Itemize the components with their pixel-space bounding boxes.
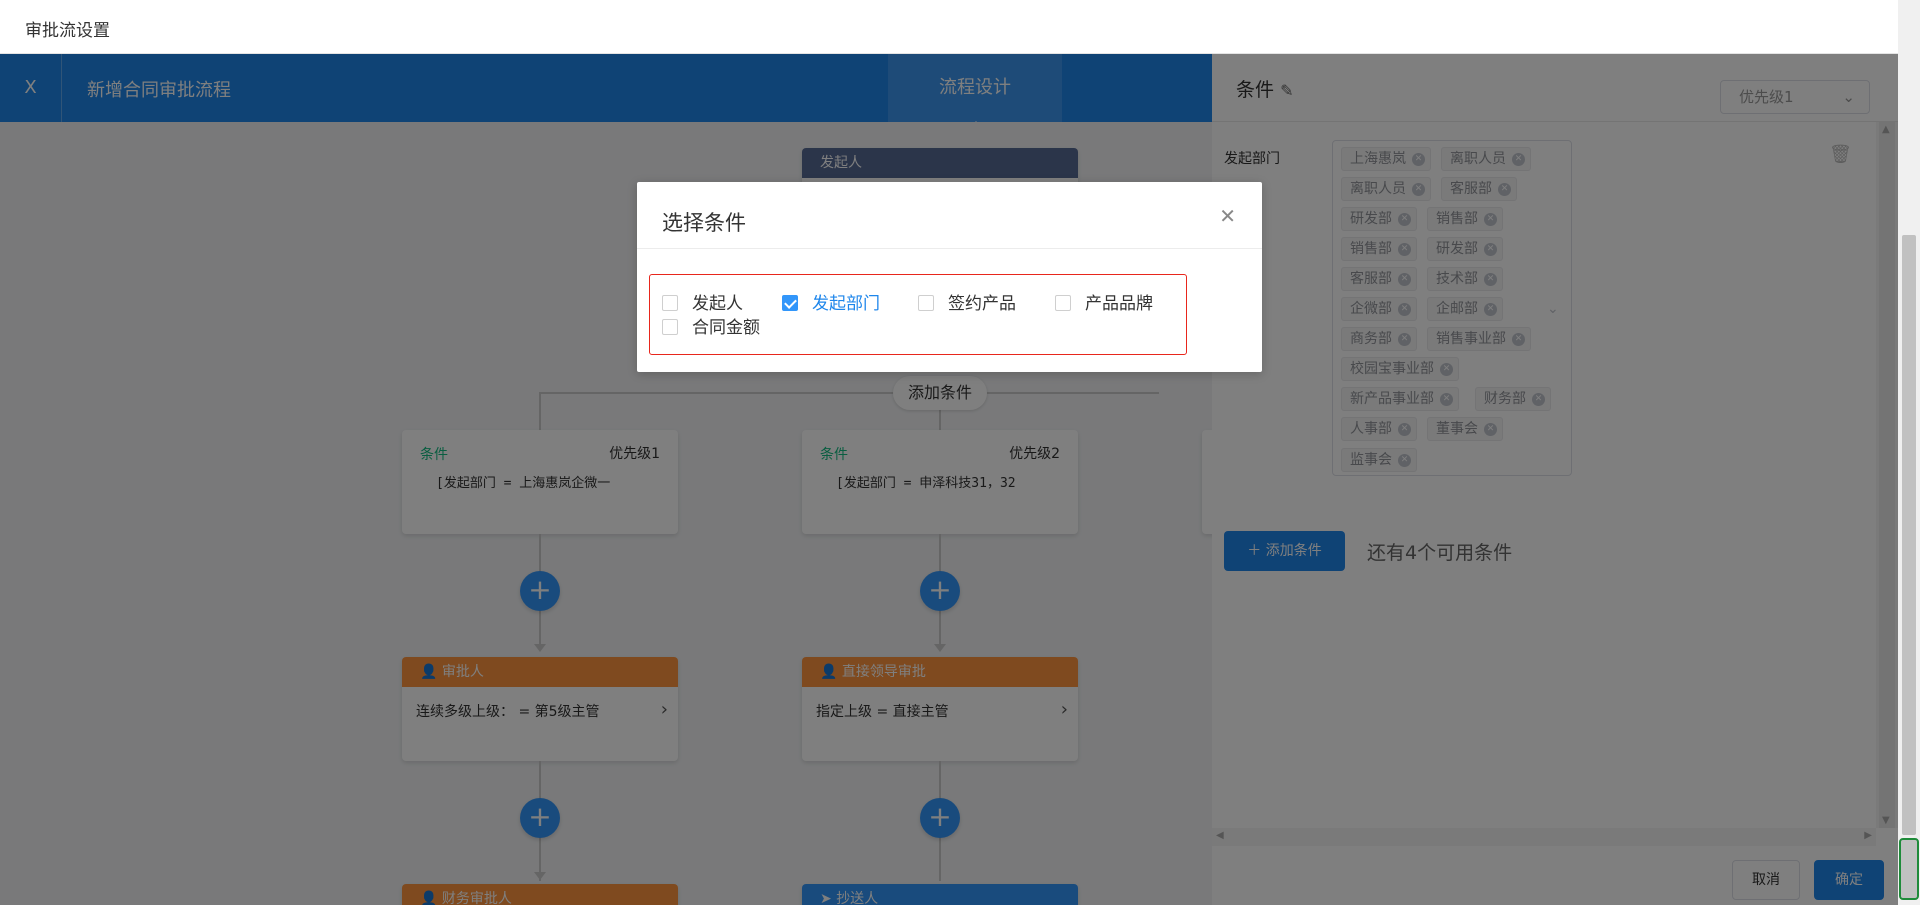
checkbox-icon (662, 295, 678, 311)
page-scrollbar-thumb[interactable] (1902, 235, 1916, 835)
checkbox-label: 签约产品 (948, 294, 1016, 314)
dialog-title: 选择条件 (662, 211, 746, 235)
checkbox-checked-icon (782, 295, 798, 311)
close-icon[interactable]: ✕ (1219, 204, 1236, 228)
checkbox-label: 发起人 (692, 294, 743, 314)
checkbox-initiator[interactable]: 发起人 (662, 289, 743, 314)
dialog-header: 选择条件 ✕ (637, 182, 1262, 249)
checkbox-label: 产品品牌 (1085, 294, 1153, 314)
checkbox-contract-amount[interactable]: 合同金额 (662, 313, 760, 338)
window-title-bar: 审批流设置 (0, 0, 1920, 54)
checkbox-icon (918, 295, 934, 311)
scroll-handle[interactable] (1899, 838, 1919, 900)
checkbox-label: 合同金额 (692, 318, 760, 338)
checkbox-department[interactable]: 发起部门 (782, 289, 880, 314)
page-scrollbar[interactable] (1898, 0, 1920, 905)
condition-options: 发起人 发起部门 签约产品 产品品牌 合同金额 (649, 274, 1187, 355)
checkbox-label: 发起部门 (812, 294, 880, 314)
checkbox-product[interactable]: 签约产品 (918, 289, 1016, 314)
window-title: 审批流设置 (25, 21, 110, 41)
checkbox-icon (662, 319, 678, 335)
checkbox-icon (1055, 295, 1071, 311)
checkbox-brand[interactable]: 产品品牌 (1055, 289, 1153, 314)
select-condition-dialog: 选择条件 ✕ 发起人 发起部门 签约产品 产品品牌 合同金额 (637, 182, 1262, 372)
